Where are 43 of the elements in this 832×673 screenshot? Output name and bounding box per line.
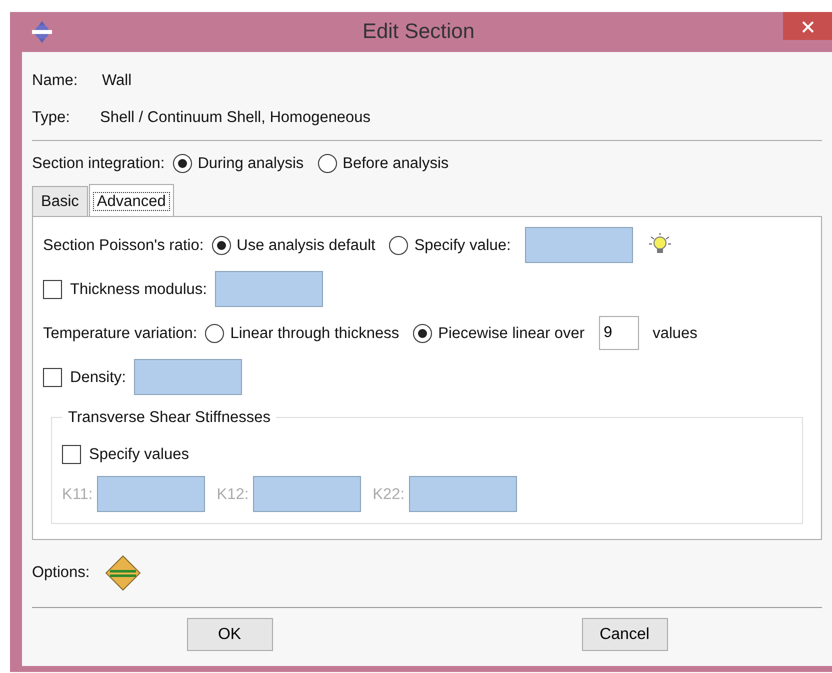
- input-field[interactable]: [214, 271, 323, 308]
- radio-button[interactable]: [212, 236, 231, 255]
- radio-button[interactable]: [172, 154, 192, 173]
- field-label: Section Poisson's ratio:: [43, 236, 204, 256]
- checkbox[interactable]: [62, 445, 81, 464]
- field-label: Section integration:: [32, 154, 165, 174]
- checkbox-label: Specify values: [89, 445, 189, 466]
- count-field[interactable]: 9: [598, 316, 639, 350]
- close-button[interactable]: [783, 12, 832, 40]
- checkbox-label: Thickness modulus:: [70, 280, 207, 300]
- diamond-icon[interactable]: [104, 554, 142, 592]
- radio-label: Linear through thickness: [230, 324, 400, 344]
- radio-button[interactable]: [318, 154, 337, 173]
- field-label: K22:: [372, 484, 405, 505]
- checkbox-label: Density:: [70, 368, 126, 388]
- field-label: K11:: [62, 484, 93, 505]
- name-label: Name:: [32, 70, 79, 91]
- type-label: Type:: [32, 108, 71, 128]
- radio-label: Piecewise linear over: [438, 324, 585, 344]
- dialog-button[interactable]: Cancel: [582, 618, 668, 652]
- input-field[interactable]: [134, 359, 242, 396]
- radio-label: Use analysis default: [236, 236, 376, 256]
- dialog-button[interactable]: OK: [186, 618, 272, 652]
- radio-button[interactable]: [413, 324, 432, 343]
- close-icon: [802, 21, 814, 34]
- window-title: Edit Section: [361, 19, 476, 46]
- checkbox[interactable]: [43, 368, 62, 387]
- app-icon: [30, 20, 54, 44]
- type-value: Shell / Continuum Shell, Homogeneous: [100, 108, 371, 128]
- options-label: Options:: [32, 563, 90, 584]
- radio-label: Specify value:: [414, 236, 511, 256]
- field-label: Temperature variation:: [43, 324, 198, 344]
- radio-button[interactable]: [205, 324, 224, 343]
- tab[interactable]: Basic: [32, 186, 88, 216]
- unit-label: values: [652, 324, 698, 344]
- input-field[interactable]: [524, 227, 633, 264]
- tab[interactable]: Advanced: [88, 184, 174, 216]
- radio-label: During analysis: [198, 154, 304, 174]
- checkbox[interactable]: [43, 280, 62, 299]
- radio-button[interactable]: [389, 236, 408, 255]
- field-label: K12:: [216, 484, 249, 505]
- name-value: Wall: [102, 70, 132, 91]
- radio-label: Before analysis: [342, 154, 449, 174]
